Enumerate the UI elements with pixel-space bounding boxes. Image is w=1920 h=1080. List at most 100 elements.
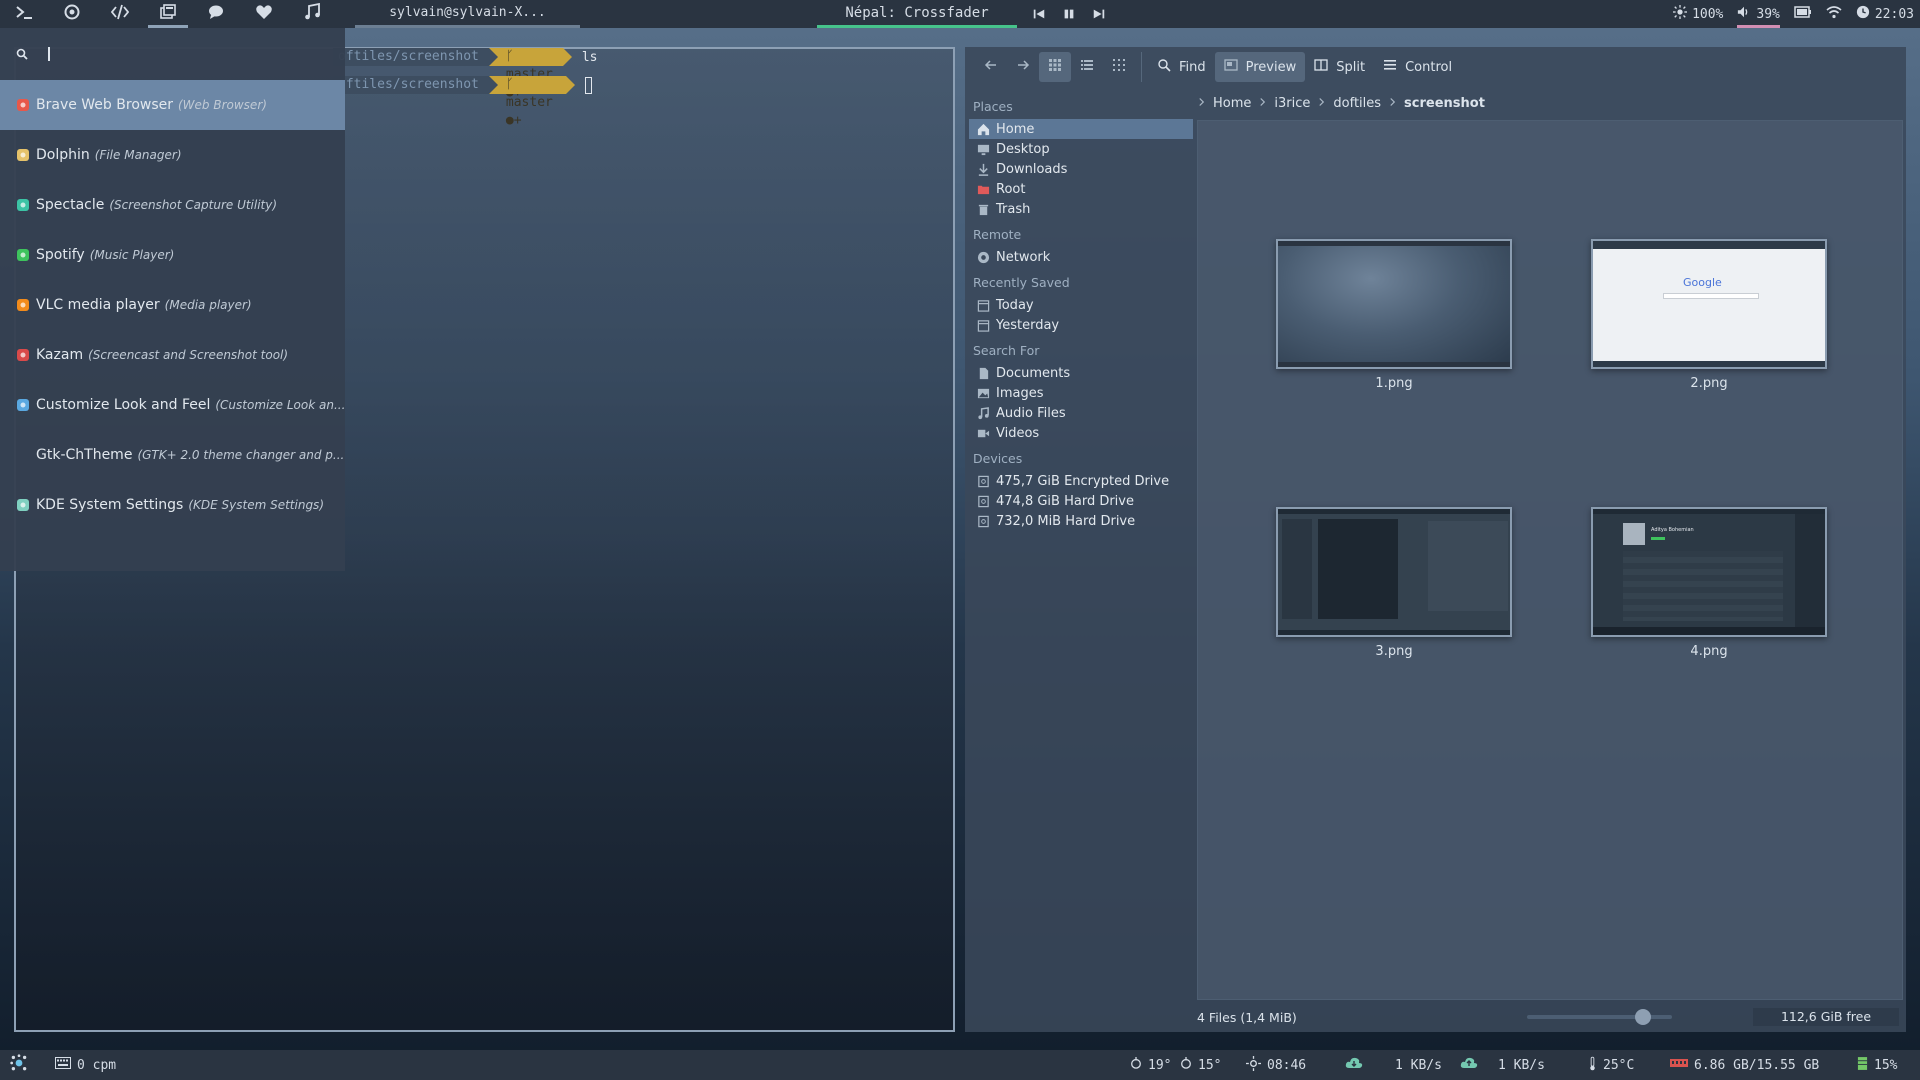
artist-title: Aditya Bohemian <box>1651 527 1694 533</box>
previous-track-icon[interactable] <box>1030 5 1048 23</box>
places-item[interactable]: 474,8 GiB Hard Drive <box>969 491 1193 511</box>
file-view[interactable]: 1.png Google 2.png 3.png Aditya Bohemian 4.pn… <box>1197 120 1903 1000</box>
places-item-label: Desktop <box>996 141 1050 157</box>
launcher-app-item[interactable]: Spotify (Music Player) <box>0 230 345 280</box>
pause-icon[interactable] <box>1060 5 1078 23</box>
trash-icon <box>977 203 990 216</box>
places-item-label: Downloads <box>996 161 1068 177</box>
file-thumbnail <box>1276 507 1512 637</box>
upload-value: 1 KB/s <box>1498 1057 1545 1073</box>
zoom-slider-handle[interactable] <box>1635 1009 1651 1025</box>
prompt-git-branch: ᚴ master ●+ <box>497 76 567 128</box>
file-item[interactable]: 1.png <box>1276 239 1512 391</box>
terminal-prompt-line: oftiles/screenshot ᚴ master ●+ <box>333 76 592 128</box>
places-item[interactable]: Downloads <box>969 159 1193 179</box>
file-item[interactable]: 3.png <box>1276 507 1512 659</box>
preview-button[interactable]: Preview <box>1214 52 1306 82</box>
breadcrumb-segment[interactable]: i3rice <box>1274 96 1310 111</box>
launcher-app-item[interactable]: Customize Look and Feel (Customize Look a… <box>0 380 345 430</box>
launcher-logo[interactable] <box>10 1050 28 1080</box>
memory-value: 6.86 GB/15.55 GB <box>1694 1057 1820 1073</box>
launcher-app-item[interactable]: Brave Web Browser (Web Browser) <box>0 80 345 130</box>
file-thumbnail: Aditya Bohemian <box>1591 507 1827 637</box>
workspace-6[interactable] <box>240 0 288 28</box>
workspace-4[interactable] <box>144 0 192 28</box>
terminal-cursor[interactable] <box>585 76 592 94</box>
places-item[interactable]: Yesterday <box>969 315 1193 335</box>
places-item[interactable]: Network <box>969 247 1193 267</box>
places-item[interactable]: Trash <box>969 199 1193 219</box>
next-track-icon[interactable] <box>1090 5 1108 23</box>
places-item[interactable]: Root <box>969 179 1193 199</box>
breadcrumb-segment[interactable]: screenshot <box>1404 96 1485 111</box>
places-section-header: Recently Saved <box>973 275 1070 290</box>
places-item-label: 732,0 MiB Hard Drive <box>996 513 1136 529</box>
image-icon <box>977 387 990 400</box>
weather-low-value: 15° <box>1198 1057 1222 1073</box>
icons-view-button[interactable] <box>1039 52 1071 82</box>
app-description: (File Manager) <box>94 148 182 162</box>
control-button[interactable]: Control <box>1374 52 1461 82</box>
workspace-3[interactable] <box>96 0 144 28</box>
wifi-indicator[interactable] <box>1826 0 1842 28</box>
list-icon <box>1080 58 1094 76</box>
chevron-right-icon <box>1259 96 1266 111</box>
battery-indicator[interactable] <box>1794 0 1812 28</box>
sunrise-time: 08:46 <box>1267 1057 1307 1073</box>
folder-red-icon <box>977 183 990 196</box>
launcher-app-item[interactable]: VLC media player (Media player) <box>0 280 345 330</box>
network-icon <box>977 251 990 264</box>
app-description: (GTK+ 2.0 theme changer and p... <box>137 448 345 462</box>
file-item[interactable]: Google 2.png <box>1591 239 1827 391</box>
places-item[interactable]: Images <box>969 383 1193 403</box>
workspace-7[interactable] <box>288 0 336 28</box>
forward-button[interactable] <box>1007 52 1039 82</box>
find-button[interactable]: Find <box>1148 52 1215 82</box>
places-item[interactable]: Desktop <box>969 139 1193 159</box>
prompt-path: oftiles/screenshot <box>333 48 489 66</box>
places-item-label: 474,8 GiB Hard Drive <box>996 493 1134 509</box>
now-playing-track[interactable]: Népal: Crossfader <box>817 0 1017 28</box>
workspace-5[interactable] <box>192 0 240 28</box>
brightness-indicator[interactable]: 100% <box>1673 0 1723 28</box>
calendar-icon <box>977 319 990 332</box>
launcher-app-item[interactable]: KDE System Settings (KDE System Settings) <box>0 480 345 530</box>
launcher-app-item[interactable]: Spectacle (Screenshot Capture Utility) <box>0 180 345 230</box>
chevron-right-icon <box>1198 96 1205 111</box>
places-item[interactable]: Documents <box>969 363 1193 383</box>
app-description: (Customize Look an... <box>215 398 345 412</box>
app-name: Gtk-ChTheme <box>36 447 133 463</box>
active-window-title[interactable]: sylvain@sylvain-X... <box>355 0 580 28</box>
clock[interactable]: 22:03 <box>1856 0 1914 28</box>
split-button[interactable]: Split <box>1305 52 1374 82</box>
places-item[interactable]: Videos <box>969 423 1193 443</box>
places-item[interactable]: 732,0 MiB Hard Drive <box>969 511 1193 531</box>
places-item[interactable]: Today <box>969 295 1193 315</box>
breadcrumb-segment[interactable]: Home <box>1213 96 1251 111</box>
compact-view-button[interactable] <box>1103 52 1135 82</box>
blank-icon <box>16 448 30 462</box>
launcher-app-item[interactable]: Gtk-ChTheme (GTK+ 2.0 theme changer and p… <box>0 430 345 480</box>
launcher-app-item[interactable]: Kazam (Screencast and Screenshot tool) <box>0 330 345 380</box>
file-thumbnail: Google <box>1591 239 1827 369</box>
customize-icon <box>16 398 30 412</box>
breadcrumb-segment[interactable]: doftiles <box>1333 96 1381 111</box>
workspace-2[interactable] <box>48 0 96 28</box>
calendar-icon <box>977 299 990 312</box>
places-item[interactable]: Home <box>969 119 1193 139</box>
places-item[interactable]: 475,7 GiB Encrypted Drive <box>969 471 1193 491</box>
drive-icon <box>977 475 990 488</box>
file-item[interactable]: Aditya Bohemian 4.png <box>1591 507 1827 659</box>
windows-icon <box>159 3 177 25</box>
workspace-1[interactable] <box>0 0 48 28</box>
places-item[interactable]: Audio Files <box>969 403 1193 423</box>
home-icon <box>977 123 990 136</box>
launcher-app-list: Brave Web Browser (Web Browser) Dolphin (Fi… <box>0 80 345 530</box>
launcher-search-input[interactable] <box>48 47 298 61</box>
volume-indicator[interactable]: 39% <box>1737 0 1781 28</box>
launcher-app-item[interactable]: Dolphin (File Manager) <box>0 130 345 180</box>
free-space-indicator: 112,6 GiB free <box>1753 1008 1899 1026</box>
back-button[interactable] <box>975 52 1007 82</box>
app-name: Customize Look and Feel <box>36 397 211 413</box>
details-view-button[interactable] <box>1071 52 1103 82</box>
